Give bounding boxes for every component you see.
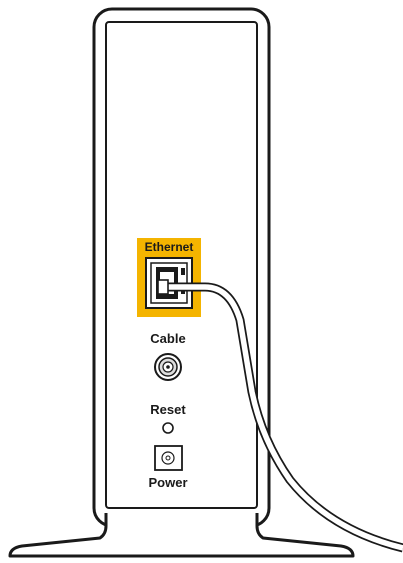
reset-label: Reset	[150, 402, 186, 417]
ethernet-label: Ethernet	[145, 240, 194, 254]
device-rear-panel-diagram: Ethernet Cable Reset Power	[8, 7, 403, 558]
coax-port-icon	[154, 353, 182, 381]
device-stand	[8, 513, 355, 558]
reset-button-icon	[162, 422, 174, 434]
power-label: Power	[148, 475, 187, 490]
cable-label: Cable	[150, 331, 185, 346]
ethernet-plug	[157, 279, 169, 295]
ethernet-port-group: Ethernet	[137, 238, 201, 317]
power-port-icon	[154, 445, 183, 471]
